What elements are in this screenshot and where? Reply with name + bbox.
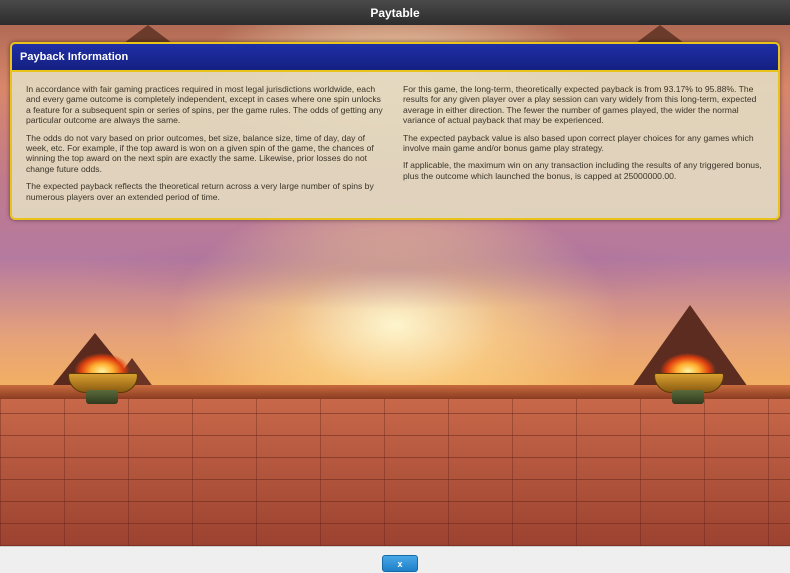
panel-header: Payback Information [12, 44, 778, 72]
panel-body: In accordance with fair gaming practices… [12, 72, 778, 209]
right-column: For this game, the long-term, theoretica… [403, 84, 764, 209]
info-paragraph: For this game, the long-term, theoretica… [403, 84, 757, 126]
payback-info-panel: Payback Information In accordance with f… [10, 42, 780, 220]
stone-floor [0, 399, 790, 546]
close-button[interactable]: x [382, 555, 418, 572]
title-bar: Paytable [0, 0, 790, 26]
left-column: In accordance with fair gaming practices… [26, 84, 387, 209]
info-paragraph: If applicable, the maximum win on any tr… [403, 160, 762, 181]
info-paragraph: The expected payback reflects the theore… [26, 181, 374, 202]
info-paragraph: The odds do not vary based on prior outc… [26, 132, 374, 174]
panel-title: Payback Information [20, 51, 129, 63]
window-title: Paytable [370, 5, 420, 20]
bottom-bar: x [0, 546, 790, 573]
fire-brazier-icon [652, 347, 724, 407]
fire-brazier-icon [66, 347, 138, 407]
info-paragraph: The expected payback value is also based… [403, 132, 754, 154]
sky-clouds [0, 225, 790, 315]
info-paragraph: In accordance with fair gaming practices… [26, 84, 383, 126]
